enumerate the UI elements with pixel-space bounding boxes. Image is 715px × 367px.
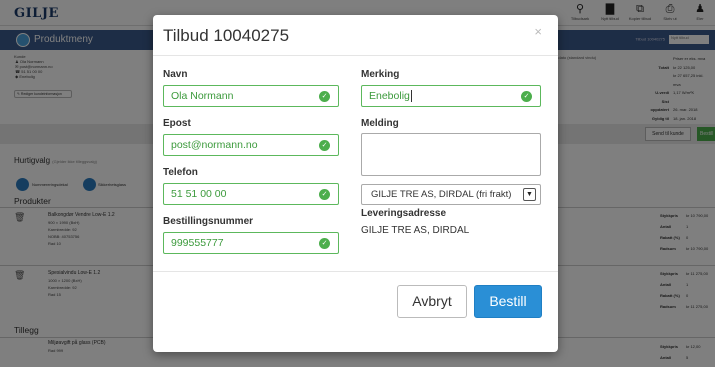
melding-textarea[interactable] [361, 133, 541, 176]
check-icon: ✓ [319, 189, 330, 200]
merking-input[interactable]: Enebolig ✓ [361, 85, 541, 107]
modal-title: Tilbud 10040275 [163, 26, 290, 45]
epost-input[interactable]: post@normann.no ✓ [163, 134, 339, 156]
melding-label: Melding [361, 118, 399, 129]
supplier-select[interactable]: GILJE TRE AS, DIRDAL (fri frakt) ▼ [361, 184, 541, 205]
check-icon: ✓ [521, 91, 532, 102]
divider [153, 271, 558, 272]
cancel-button[interactable]: Avbryt [397, 285, 467, 318]
bestillingsnummer-label: Bestillingsnummer [163, 216, 254, 227]
submit-order-button[interactable]: Bestill [474, 285, 542, 318]
text-cursor [410, 90, 412, 103]
bestillingsnummer-input[interactable]: 999555777 ✓ [163, 232, 339, 254]
divider [153, 55, 558, 56]
navn-input[interactable]: Ola Normann ✓ [163, 85, 339, 107]
check-icon: ✓ [319, 238, 330, 249]
order-modal: Tilbud 10040275 × Navn Ola Normann ✓ Epo… [153, 15, 558, 352]
close-icon[interactable]: × [534, 24, 542, 39]
navn-label: Navn [163, 69, 188, 80]
telefon-label: Telefon [163, 167, 198, 178]
check-icon: ✓ [319, 140, 330, 151]
check-icon: ✓ [319, 91, 330, 102]
leveringsadresse-label: Leveringsadresse [361, 208, 447, 219]
chevron-down-icon: ▼ [523, 188, 536, 201]
epost-label: Epost [163, 118, 191, 129]
merking-label: Merking [361, 69, 400, 80]
telefon-input[interactable]: 51 51 00 00 ✓ [163, 183, 339, 205]
leveringsadresse-value: GILJE TRE AS, DIRDAL [361, 225, 470, 236]
